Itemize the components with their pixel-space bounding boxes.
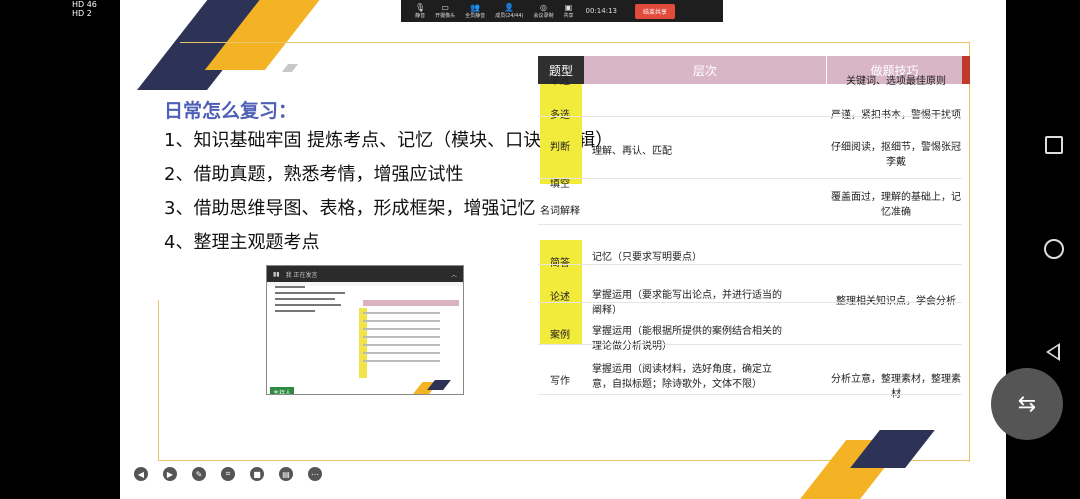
screen: HD 46 HD 2 日常怎么复习： 1、知识基础牢固 提炼考点、记忆（模块、口… (0, 0, 1080, 499)
thumbnail-preview: 主持人 🎙 我 (267, 286, 463, 395)
prev-icon[interactable]: ◀ (134, 467, 148, 481)
meeting-item-share[interactable]: ▣ 共享 (564, 3, 574, 19)
question-type-cell: 判断 (550, 142, 570, 153)
status-signal: HD 46 (72, 0, 97, 9)
share-icon: ▣ (564, 3, 573, 12)
video-thumbnail[interactable]: ▮▮ 我 正在发言 ︿ 主持人 🎙 我 (266, 265, 464, 395)
corner-decoration-gray (281, 64, 299, 72)
meeting-item-mute-all[interactable]: 👥 全员静音 (465, 3, 485, 19)
pen-icon[interactable]: ✎ (192, 467, 206, 481)
question-type-cell: 写作 (550, 376, 570, 387)
meeting-item-label: 成员(24/44) (495, 13, 524, 19)
frame-line-top (180, 42, 970, 43)
screenshot-icon[interactable]: ⌗ (221, 467, 235, 481)
thumbnail-bar-text: 我 正在发言 (285, 271, 318, 279)
speaking-icon: ▮▮ (273, 270, 280, 278)
frame-line-left (158, 300, 159, 460)
meeting-item-label: 开摄像头 (435, 13, 456, 19)
recents-button[interactable] (1045, 136, 1063, 154)
question-type-cell: 论述 (550, 292, 570, 303)
question-type-cell: 案例 (550, 330, 570, 341)
header-accent (962, 56, 970, 84)
question-type-cell: 简答 (538, 254, 582, 269)
level-cell: 掌握运用（阅读材料，选好角度，确定立意，自拟标题；除诗歌外，文体不限） (592, 364, 772, 390)
slide-toolbar: ◀ ▶ ✎ ⌗ ■ ▤ ⋯ (134, 467, 322, 481)
meeting-item-label: 全员静音 (465, 13, 486, 19)
mic-icon: 🎙 (415, 3, 426, 12)
table-row-divider (538, 394, 962, 395)
header-level: 层次 (584, 56, 826, 84)
table-row-divider (538, 178, 962, 179)
table-row-divider (538, 344, 962, 345)
level-cell: 掌握运用（能根据所提供的案例结合相关的理论做分析说明） (592, 326, 782, 352)
table-row-divider (538, 302, 962, 303)
table-row-divider (538, 264, 962, 265)
mute-all-icon: 👥 (470, 3, 481, 12)
slide-heading: 日常怎么复习： (164, 100, 298, 122)
meeting-item-label: 静音 (415, 13, 426, 19)
camera-icon: ▭ (441, 3, 449, 12)
meeting-timer: 00:14:13 (585, 7, 617, 15)
meeting-item-label: 共享 (563, 13, 574, 19)
host-badge: 主持人 (270, 386, 295, 394)
meeting-toolbar: 🎙 静音 ▭ 开摄像头 👥 全员静音 👤 成员(24/44) ◎ 会议录制 ▣ 共享 00:14:13 结… (401, 0, 723, 22)
type-highlight (540, 84, 582, 184)
slide: 日常怎么复习： 1、知识基础牢固 提炼考点、记忆（模块、口诀、逻辑） 2、借助真… (120, 0, 1006, 499)
tip-cell: 仔细阅读，抠细节，警惕张冠李戴 (831, 142, 961, 168)
table-row-divider (538, 116, 962, 117)
status-bar: HD 46 HD 2 (70, 0, 120, 20)
status-hd: HD 2 (72, 9, 92, 18)
me-label: 我 (309, 389, 316, 395)
next-icon[interactable]: ▶ (163, 467, 177, 481)
thumbnail-bar: ▮▮ 我 正在发言 ︿ (267, 266, 463, 282)
chat-icon[interactable]: ▤ (279, 467, 293, 481)
mic-icon: 🎙 (298, 388, 306, 395)
meeting-item-record[interactable]: ◎ 会议录制 (534, 3, 554, 19)
question-type-cell: 名词解释 (540, 206, 580, 217)
level-cell: 掌握运用（要求能写出论点，并进行适当的阐释） (592, 290, 782, 316)
tip-cell: 分析立意，整理素材，整理素材 (831, 374, 961, 400)
video-icon[interactable]: ■ (250, 467, 264, 481)
tip-cell: 覆盖面过，理解的基础上，记忆准确 (831, 192, 961, 218)
thumbnail-footer: 主持人 🎙 我 (267, 384, 463, 395)
thumbnail-table (363, 300, 459, 384)
level-cell: 理解、再认、匹配 (592, 146, 672, 157)
meeting-item-mic[interactable]: 🎙 静音 (415, 3, 425, 19)
switch-device-icon: ⇆ (1017, 391, 1037, 417)
chevron-up-icon[interactable]: ︿ (451, 270, 457, 279)
meeting-item-members[interactable]: 👤 成员(24/44) (495, 3, 523, 19)
members-icon: 👤 (504, 3, 515, 12)
record-icon: ◎ (540, 3, 547, 12)
level-cell: 记忆（只要求写明要点） (592, 252, 702, 263)
more-icon[interactable]: ⋯ (308, 467, 322, 481)
table-row-divider (538, 224, 962, 225)
question-type-cell: 单选 (550, 76, 570, 87)
meeting-item-label: 会议录制 (533, 13, 554, 19)
end-share-button[interactable]: 结束共享 (634, 3, 675, 19)
meeting-item-camera[interactable]: ▭ 开摄像头 (435, 3, 455, 19)
table-body: 单选多选判断填空名词解释简答论述案例写作理解、再认、匹配记忆（只要求写明要点）掌… (538, 76, 970, 424)
question-type-cell: 多选 (538, 106, 582, 121)
home-button[interactable] (1044, 239, 1064, 259)
floating-switch-button[interactable]: ⇆ (991, 368, 1063, 440)
back-button[interactable] (1046, 343, 1060, 361)
question-type-table: 题型 层次 做题技巧 单选多选判断填空名词解释简答论述案例写作理解、再认、匹配记… (538, 56, 970, 424)
tip-cell: 关键词、选项最佳原则 (846, 76, 946, 87)
